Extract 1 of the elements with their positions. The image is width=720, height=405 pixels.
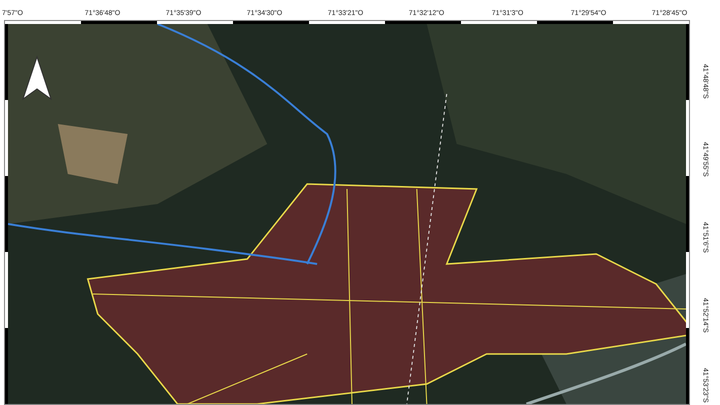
north-arrow-icon bbox=[21, 55, 53, 103]
